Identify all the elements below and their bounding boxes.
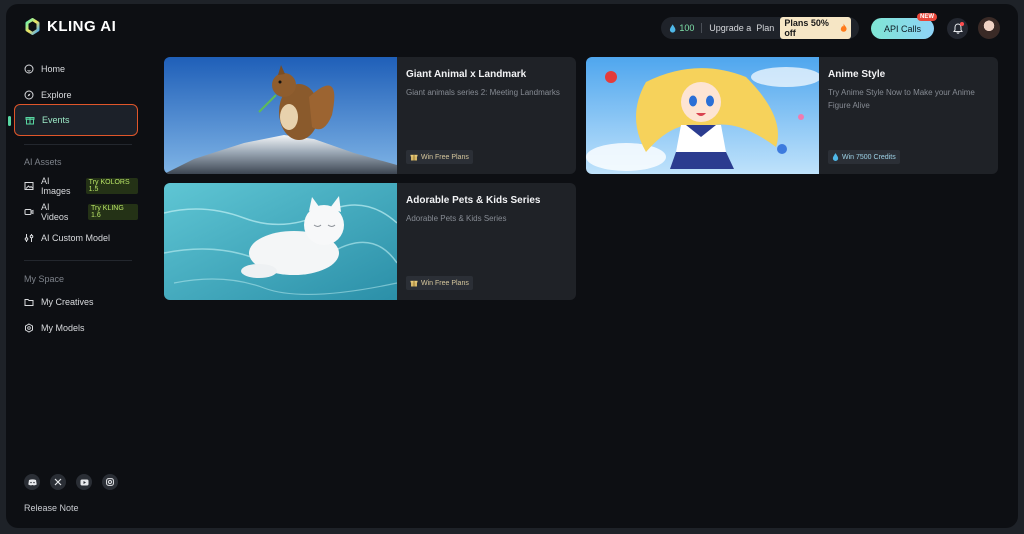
section-title-ai-assets: AI Assets bbox=[24, 157, 62, 167]
promo-label: Plans 50% off bbox=[784, 18, 829, 38]
card-title: Adorable Pets & Kids Series bbox=[406, 195, 541, 206]
kling-logo-icon bbox=[25, 18, 40, 35]
sidebar-divider bbox=[24, 144, 132, 145]
fire-icon bbox=[840, 23, 847, 32]
sidebar-item-label: Explore bbox=[41, 90, 72, 100]
youtube-button[interactable] bbox=[76, 474, 92, 490]
new-badge: NEW bbox=[917, 13, 937, 21]
sidebar-item-label: AI Custom Model bbox=[41, 233, 111, 243]
sidebar-item-ai-videos[interactable]: AI Videos Try KLING 1.6 bbox=[14, 199, 138, 225]
x-twitter-icon bbox=[54, 478, 62, 486]
sidebar-item-events[interactable]: Events bbox=[14, 104, 138, 136]
discord-icon bbox=[27, 478, 37, 485]
sidebar-item-label: Home bbox=[41, 64, 66, 74]
card-title: Giant Animal x Landmark bbox=[406, 69, 527, 80]
event-card-anime-style[interactable]: Anime Style Try Anime Style Now to Make … bbox=[586, 57, 998, 174]
try-kling-badge[interactable]: Try KLING 1.6 bbox=[87, 204, 138, 220]
sidebar-divider bbox=[24, 260, 132, 261]
instagram-icon bbox=[106, 478, 114, 486]
card-title: Anime Style bbox=[828, 69, 886, 80]
card-description: Adorable Pets & Kids Series bbox=[406, 214, 507, 223]
gift-icon bbox=[410, 154, 418, 161]
release-note-link[interactable]: Release Note bbox=[24, 503, 79, 513]
notification-dot bbox=[960, 22, 964, 26]
gift-icon bbox=[410, 280, 418, 287]
folder-icon bbox=[24, 299, 34, 306]
compass-icon bbox=[24, 90, 34, 100]
try-kolors-badge[interactable]: Try KOLORS 1.5 bbox=[85, 178, 138, 194]
credit-drop-icon bbox=[832, 153, 839, 161]
pill-divider bbox=[701, 23, 703, 33]
sidebar-item-my-creatives[interactable]: My Creatives bbox=[14, 289, 138, 315]
video-icon bbox=[24, 209, 34, 215]
sliders-icon bbox=[24, 234, 34, 242]
sidebar-item-label: AI Videos bbox=[41, 202, 69, 222]
discord-button[interactable] bbox=[24, 474, 40, 490]
x-twitter-button[interactable] bbox=[50, 474, 66, 490]
app-window: KLING AI 100 Upgrade a Plan Plans 50% of… bbox=[6, 4, 1018, 528]
reward-label: Win Free Plans bbox=[421, 279, 469, 287]
reward-badge: Win Free Plans bbox=[406, 276, 473, 290]
card-description: Try Anime Style Now to Make your Anime F… bbox=[828, 88, 975, 110]
credits-count: 100 bbox=[679, 23, 695, 33]
event-card-giant-animal[interactable]: Giant Animal x Landmark Giant animals se… bbox=[164, 57, 576, 174]
reward-badge: Win Free Plans bbox=[406, 150, 473, 164]
upgrade-plan-link[interactable]: Upgrade a Plan bbox=[709, 23, 774, 33]
sidebar-item-ai-images[interactable]: AI Images Try KOLORS 1.5 bbox=[14, 173, 138, 199]
credit-drop-icon bbox=[669, 23, 676, 33]
api-calls-label: API Calls bbox=[883, 23, 921, 34]
gift-icon bbox=[25, 117, 35, 125]
pets-kids-image bbox=[164, 183, 397, 300]
api-calls-button[interactable]: API Calls bbox=[871, 18, 934, 39]
credits-upgrade-pill[interactable]: 100 Upgrade a Plan Plans 50% off bbox=[661, 17, 859, 39]
sidebar-item-home[interactable]: Home bbox=[14, 56, 138, 82]
reward-label: Win Free Plans bbox=[421, 153, 469, 161]
user-avatar[interactable] bbox=[978, 17, 1000, 39]
promo-badge[interactable]: Plans 50% off bbox=[780, 17, 851, 39]
brand-name: KLING AI bbox=[47, 18, 117, 35]
sidebar-item-my-models[interactable]: My Models bbox=[14, 315, 138, 341]
hexagon-icon bbox=[25, 323, 33, 333]
youtube-icon bbox=[80, 479, 88, 485]
anime-style-image bbox=[586, 57, 819, 174]
reward-badge: Win 7500 Credits bbox=[828, 150, 900, 164]
section-title-my-space: My Space bbox=[24, 274, 65, 284]
notifications-button[interactable] bbox=[947, 18, 968, 39]
card-description: Giant animals series 2: Meeting Landmark… bbox=[406, 88, 560, 97]
kling-logo[interactable]: KLING AI bbox=[24, 18, 116, 35]
reward-label: Win 7500 Credits bbox=[842, 153, 896, 161]
giant-animal-image bbox=[164, 57, 397, 174]
instagram-button[interactable] bbox=[102, 474, 118, 490]
sidebar-item-custom-model[interactable]: AI Custom Model bbox=[14, 225, 138, 251]
event-card-pets-kids[interactable]: Adorable Pets & Kids Series Adorable Pet… bbox=[164, 183, 576, 300]
active-indicator bbox=[8, 116, 11, 126]
sidebar-item-label: AI Images bbox=[41, 176, 71, 196]
sidebar-item-label: My Creatives bbox=[41, 297, 94, 307]
sidebar-item-label: My Models bbox=[41, 323, 85, 333]
sidebar-item-label: Events bbox=[42, 115, 70, 125]
image-icon bbox=[24, 182, 34, 190]
home-icon bbox=[24, 64, 34, 74]
